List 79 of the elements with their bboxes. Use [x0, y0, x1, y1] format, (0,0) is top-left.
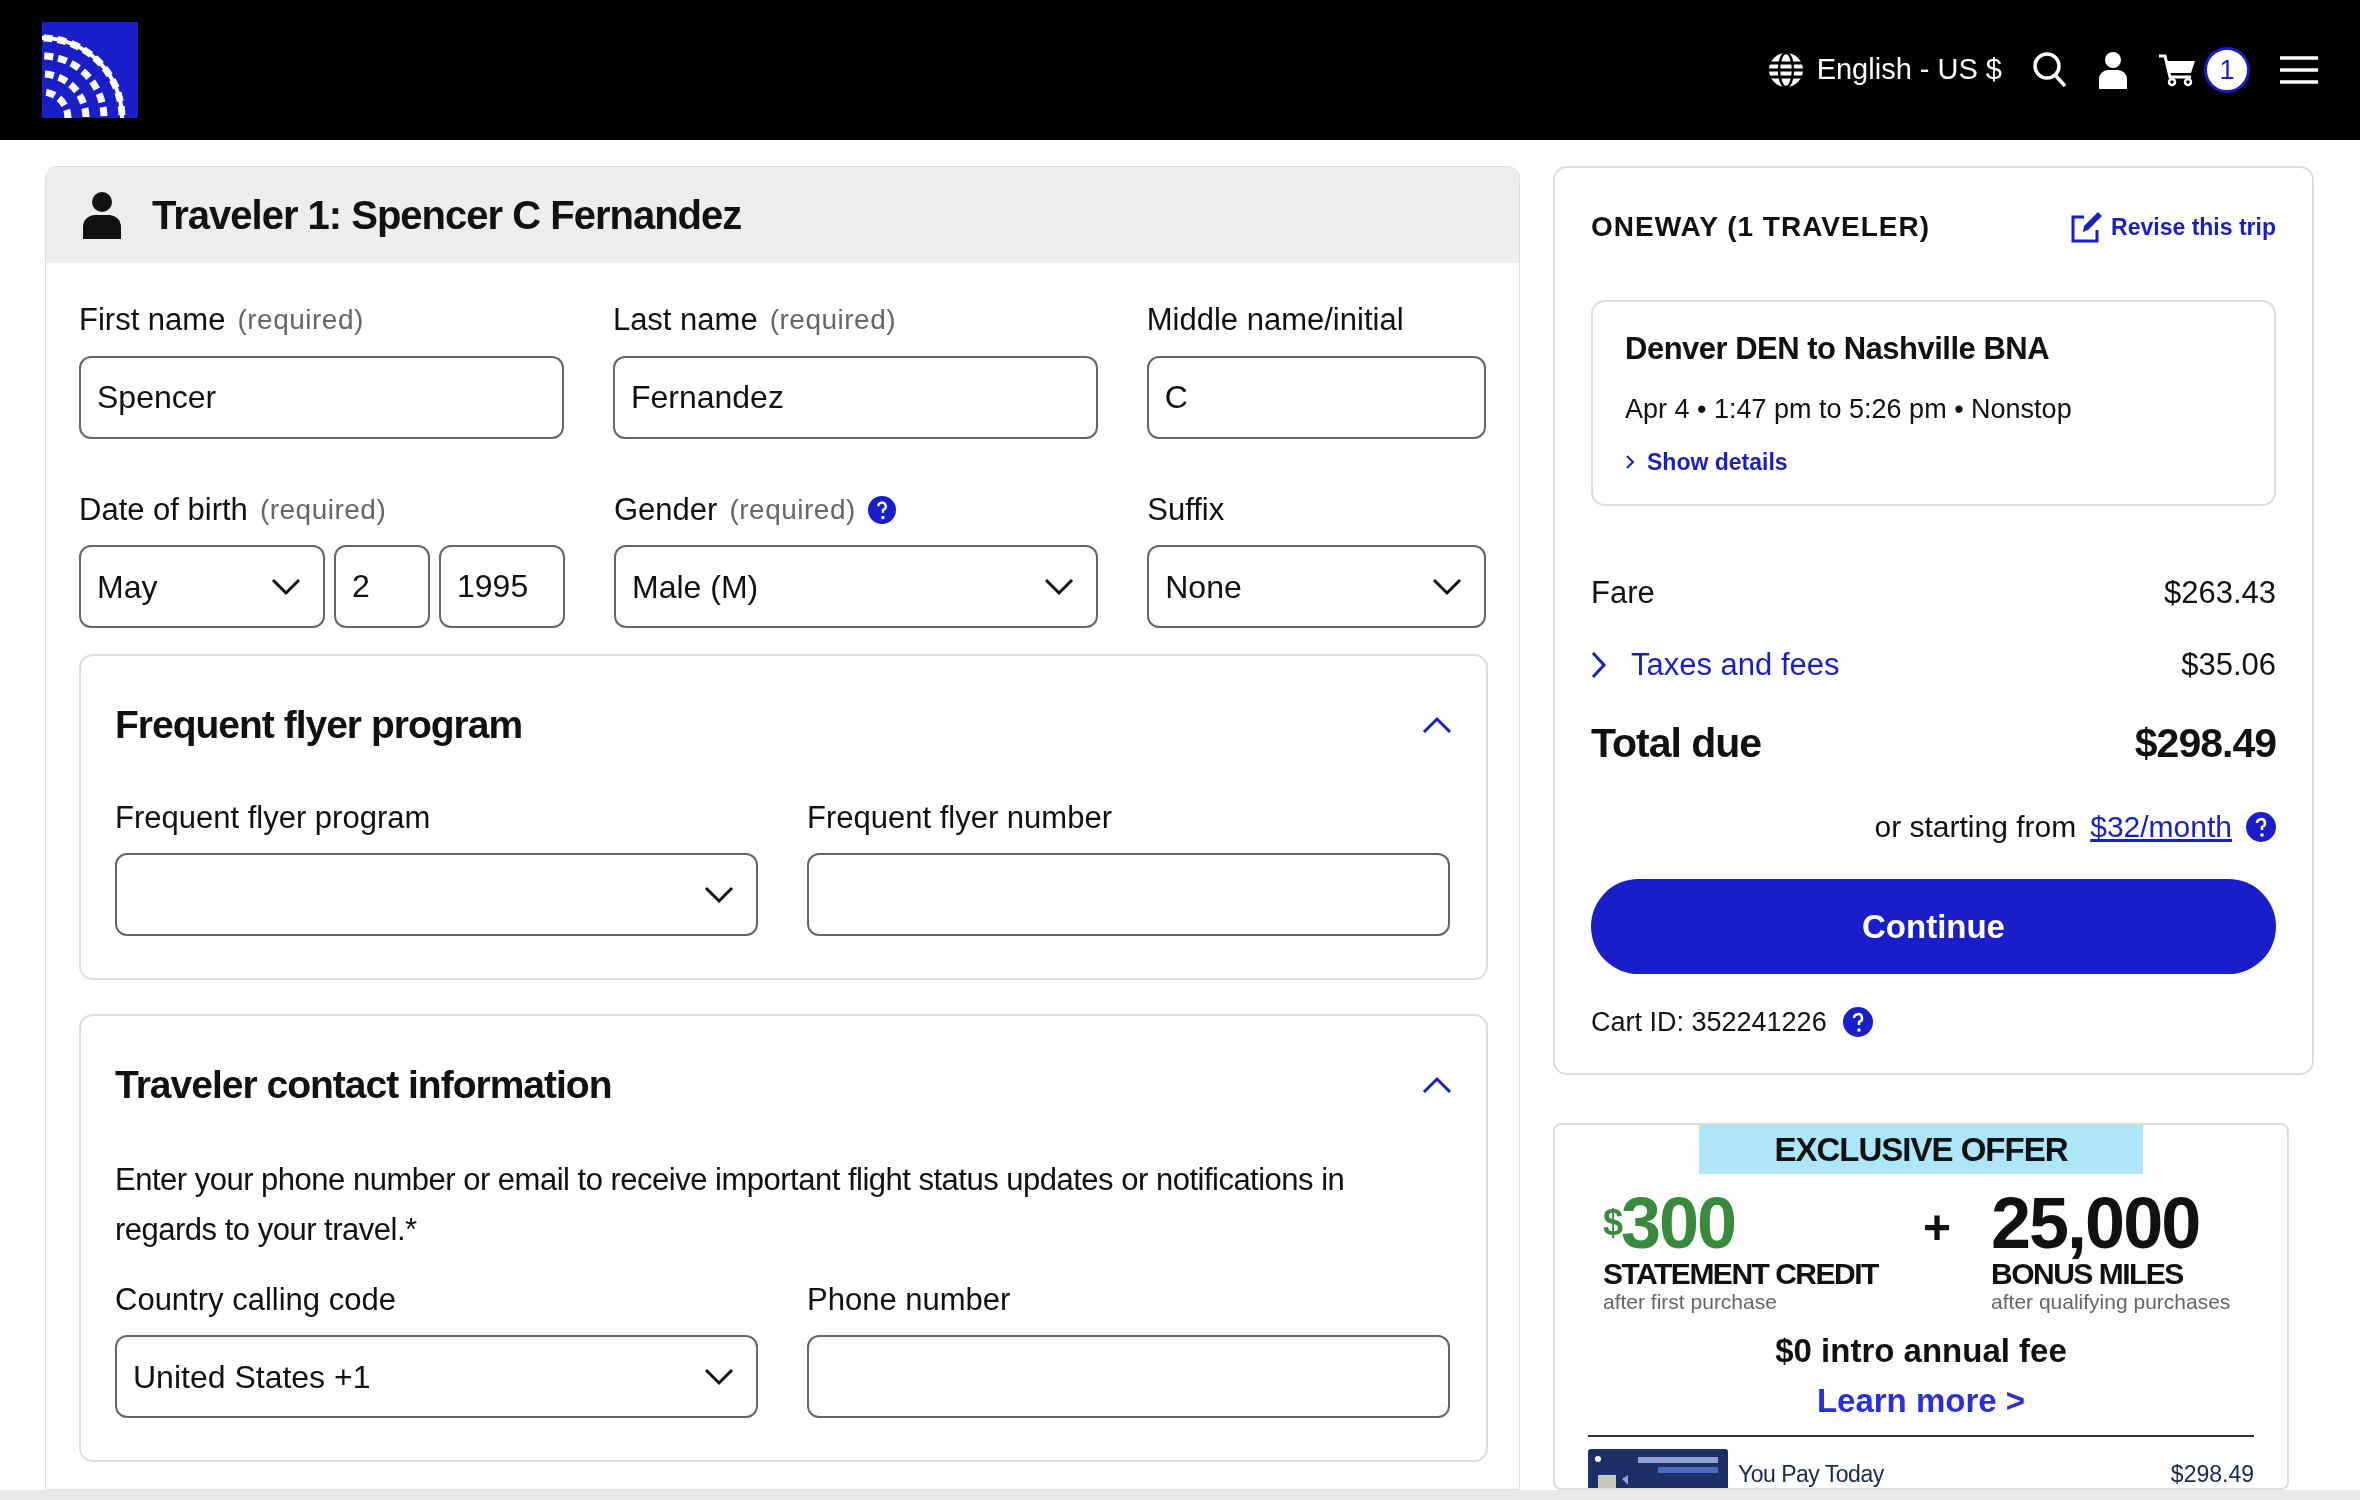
required-hint: (required) — [729, 492, 856, 527]
cart-icon[interactable] — [2158, 53, 2196, 87]
help-icon[interactable] — [867, 495, 896, 524]
taxes-amount: $35.06 — [2181, 646, 2276, 684]
person-icon — [82, 191, 122, 239]
input-field[interactable] — [807, 1335, 1450, 1418]
miles-amount: 25,000 — [1991, 1188, 2201, 1258]
credit-note: after first purchase — [1603, 1290, 1778, 1314]
cart-id: Cart ID: 352241226 — [1591, 1006, 1827, 1039]
miles-note: after qualifying purchases — [1991, 1290, 2231, 1314]
dropdown[interactable] — [115, 853, 758, 936]
traveler-title: Traveler 1: Spencer C Fernandez — [152, 192, 742, 239]
field-label: Frequent flyer program — [115, 798, 431, 837]
offer-badge: EXCLUSIVE OFFER — [1699, 1124, 2143, 1174]
user-icon[interactable] — [2098, 51, 2128, 89]
help-icon[interactable] — [1842, 1007, 1873, 1038]
input-field[interactable]: Fernandez — [612, 355, 1098, 439]
trip-heading: ONEWAY (1 TRAVELER) — [1591, 210, 1930, 244]
input-field[interactable]: 2 — [334, 545, 430, 628]
search-icon[interactable] — [2032, 51, 2068, 89]
flight-times: Apr 4 • 1:47 pm to 5:26 pm • Nonstop — [1625, 392, 2073, 426]
pay-today-amount: $298.49 — [2170, 1459, 2254, 1488]
globe-icon — [1766, 51, 1805, 89]
dropdown[interactable]: None — [1147, 545, 1486, 628]
continue-button[interactable]: Continue — [1591, 879, 2276, 974]
plus-sign: + — [1923, 1200, 1952, 1256]
required-hint: (required) — [769, 303, 897, 338]
menu-icon[interactable] — [2280, 55, 2318, 85]
total-amount: $298.49 — [2134, 718, 2276, 768]
cart-count-badge: 1 — [2204, 47, 2250, 93]
miles-title: BONUS MILES — [1991, 1258, 2183, 1290]
required-hint: (required) — [259, 492, 387, 527]
required-hint: (required) — [237, 303, 364, 338]
field-label: Suffix — [1147, 490, 1225, 529]
chevron-down-icon — [1432, 577, 1462, 596]
logo-icon[interactable] — [42, 22, 138, 118]
dropdown[interactable]: May — [79, 545, 325, 628]
field-label: Middle name/initial — [1146, 301, 1404, 339]
input-field[interactable]: C — [1146, 355, 1486, 439]
chevron-down-icon — [704, 885, 734, 904]
section-title: Frequent flyer program — [115, 702, 523, 748]
you-pay-today-label: You Pay Today — [1738, 1459, 1884, 1488]
language-selector[interactable]: English - US $ — [1816, 48, 2002, 92]
chevron-up-icon[interactable] — [1422, 716, 1452, 735]
fare-label: Fare — [1591, 573, 1655, 612]
monthly-payment-link[interactable]: $32/month — [2090, 804, 2232, 849]
field-label: First name — [79, 301, 226, 339]
annual-fee-text: $0 intro annual fee — [1775, 1331, 2067, 1371]
field-label: Phone number — [807, 1280, 1011, 1319]
field-label: Last name — [612, 301, 758, 339]
chevron-up-icon[interactable] — [1422, 1076, 1452, 1095]
credit-title: STATEMENT CREDIT — [1603, 1258, 1880, 1290]
section-description: Enter your phone number or email to receive important flight status updates or notifications in regards to your travel.* — [115, 1160, 1346, 1249]
dropdown[interactable]: United States +1 — [115, 1335, 758, 1418]
field-label: Country calling code — [115, 1280, 396, 1319]
chevron-down-icon — [704, 1367, 734, 1386]
input-field[interactable]: 1995 — [439, 545, 565, 628]
field-label: Date of birth — [79, 490, 248, 529]
total-label: Total due — [1591, 718, 1762, 768]
learn-more-link[interactable]: Learn more > — [1816, 1375, 2026, 1425]
show-details-link[interactable]: Show details — [1625, 445, 2242, 480]
help-icon[interactable] — [2246, 811, 2276, 842]
chevron-right-icon — [1591, 650, 1607, 681]
taxes-fees-link[interactable]: Taxes and fees — [1591, 642, 1840, 689]
fare-amount: $263.43 — [2163, 573, 2276, 612]
dropdown[interactable]: Male (M) — [614, 545, 1099, 628]
edit-icon — [2070, 210, 2104, 244]
input-field[interactable]: Spencer — [79, 355, 564, 439]
section-title: Traveler contact information — [115, 1062, 612, 1108]
chevron-down-icon — [1044, 577, 1075, 596]
flight-route: Denver DEN to Nashville BNA — [1625, 330, 2051, 368]
credit-amount: $300 — [1603, 1188, 1737, 1258]
chevron-down-icon — [271, 577, 301, 596]
field-label: Gender — [614, 490, 718, 529]
revise-trip-link[interactable]: Revise this trip — [2070, 209, 2276, 245]
field-label: Frequent flyer number — [807, 798, 1112, 837]
financing-text: or starting from — [1874, 809, 2077, 845]
chevron-right-icon — [1625, 454, 1635, 471]
input-field[interactable] — [807, 853, 1450, 936]
